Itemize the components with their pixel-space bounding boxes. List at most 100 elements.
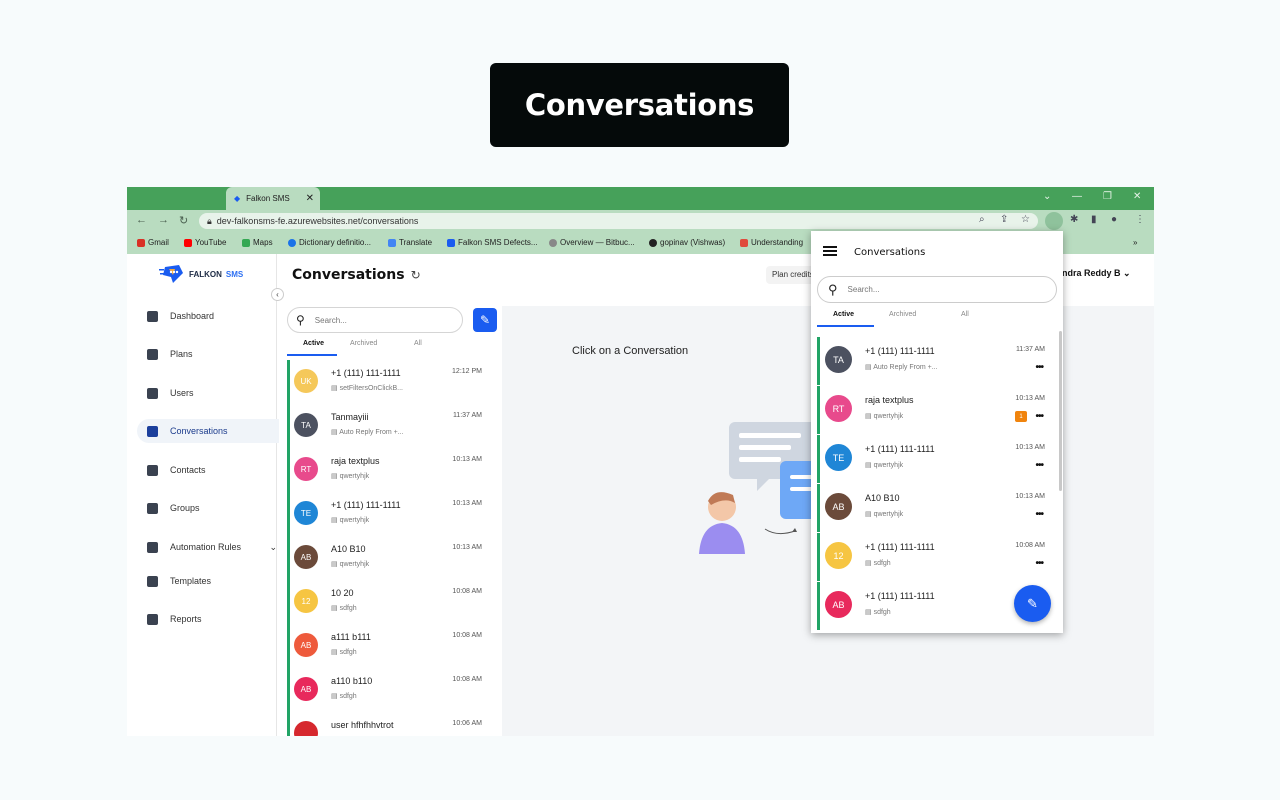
user-menu[interactable]: endra Reddy B ⌄	[1057, 268, 1131, 279]
close-tab-icon[interactable]: ✕	[306, 193, 314, 204]
contacts-icon	[147, 464, 158, 476]
gmail-icon	[137, 238, 145, 247]
bookmark-star-icon[interactable]: ☆	[1021, 214, 1030, 225]
bookmark-translate[interactable]: Translate	[388, 238, 432, 247]
conversation-row[interactable]: TE +1 (111) 111-1111 ▤ qwertyhjk 10:13 AM	[287, 492, 492, 536]
sidebar-item-templates[interactable]: Templates	[137, 569, 279, 593]
sidebar-item-groups[interactable]: Groups	[137, 496, 279, 520]
new-message-fab[interactable]: ✎	[1014, 585, 1051, 622]
message-preview: ▤ qwertyhjk	[865, 413, 904, 420]
more-options-icon[interactable]: •••	[1035, 509, 1043, 520]
search-icon: ⚲	[828, 281, 838, 297]
sidebar-collapse-button[interactable]: ‹	[271, 288, 284, 301]
sidebar-item-contacts[interactable]: Contacts	[137, 458, 279, 482]
minimize-icon[interactable]: —	[1072, 191, 1082, 202]
side-panel-icon[interactable]: ▮	[1091, 214, 1097, 225]
address-bar[interactable]: 🔒︎ dev-falkonsms-fe.azurewebsites.net/co…	[199, 213, 1038, 229]
tab-archived[interactable]: Archived	[350, 340, 377, 347]
conversation-list: UK +1 (111) 111-1111 ▤ setFiltersOnClickB.…	[287, 360, 499, 736]
contact-avatar	[294, 721, 318, 736]
conversation-row[interactable]: user hfhfhhvtrot▤ 10:06 AM	[287, 712, 492, 736]
conversation-row[interactable]: AB a111 b111 ▤ sdfgh 10:08 AM	[287, 624, 492, 668]
message-icon: ▤	[331, 385, 340, 392]
sidebar-item-automation-rules[interactable]: Automation Rules ⌄	[137, 535, 279, 559]
mobile-conversation-row[interactable]: TA +1 (111) 111-1111 ▤ Auto Reply From +..…	[817, 337, 1057, 385]
hero-title-banner: Conversations	[490, 63, 789, 147]
compose-button[interactable]: ✎	[473, 308, 497, 332]
groups-icon	[147, 502, 158, 514]
sidebar-item-users[interactable]: Users	[137, 381, 279, 405]
conversation-list-panel: ⚲ ✎ Active Archived All UK +1 (111) 111-1…	[277, 254, 649, 736]
message-time: 10:13 AM	[452, 500, 482, 507]
browser-tab[interactable]: ◆ Falkon SMS ✕	[226, 187, 320, 210]
contact-avatar: TE	[294, 501, 318, 525]
sidebar-item-plans[interactable]: Plans	[137, 342, 279, 366]
mobile-search-field[interactable]: ⚲	[817, 276, 1057, 303]
restore-icon[interactable]: ❐	[1103, 191, 1112, 202]
contact-name: Tanmayiii	[331, 412, 369, 422]
tab-search-icon[interactable]: ⌄	[1043, 191, 1051, 202]
forward-icon[interactable]: →	[158, 214, 169, 226]
more-options-icon[interactable]: •••	[1035, 362, 1043, 373]
mobile-tab-archived[interactable]: Archived	[889, 311, 916, 318]
mobile-search-input[interactable]	[847, 285, 978, 294]
message-time: 12:12 PM	[452, 368, 482, 375]
browser-menu-icon[interactable]: ⋮	[1135, 214, 1145, 225]
bookmark-understanding[interactable]: Understanding	[740, 238, 803, 247]
bookmark-youtube[interactable]: YouTube	[184, 238, 226, 247]
hamburger-menu-icon[interactable]	[823, 246, 837, 256]
extensions-icon[interactable]: ✱	[1070, 214, 1078, 225]
mobile-tab-active[interactable]: Active	[833, 311, 854, 318]
profile-avatar-icon[interactable]: ●	[1111, 214, 1117, 225]
tab-active[interactable]: Active	[303, 340, 324, 347]
bookmark-falkon-defects[interactable]: Falkon SMS Defects...	[447, 238, 538, 247]
message-preview: ▤ qwertyhjk	[331, 561, 370, 568]
conversation-row[interactable]: 12 10 20 ▤ sdfgh 10:08 AM	[287, 580, 492, 624]
message-time: 11:37 AM	[1015, 346, 1045, 353]
bookmark-gmail[interactable]: Gmail	[137, 238, 169, 247]
falkon-extension-icon[interactable]	[1045, 212, 1063, 230]
bookmark-bitbucket[interactable]: Overview — Bitbuc...	[549, 238, 635, 247]
conversation-row[interactable]: AB A10 B10 ▤ qwertyhjk 10:13 AM	[287, 536, 492, 580]
sidebar-item-conversations[interactable]: Conversations	[137, 419, 279, 443]
tab-all[interactable]: All	[414, 340, 422, 347]
more-options-icon[interactable]: •••	[1035, 460, 1043, 471]
mobile-tab-all[interactable]: All	[961, 311, 969, 318]
bookmark-dictionary[interactable]: Dictionary definitio...	[288, 238, 371, 247]
contact-name: user hfhfhhvtrot	[331, 720, 394, 730]
back-icon[interactable]: ←	[136, 214, 147, 226]
conversation-row[interactable]: UK +1 (111) 111-1111 ▤ setFiltersOnClickB.…	[287, 360, 492, 404]
message-time: 10:06 AM	[452, 720, 482, 727]
more-options-icon[interactable]: •••	[1035, 558, 1043, 569]
empty-state-message: Click on a Conversation	[572, 345, 689, 357]
share-icon[interactable]: ⇪	[1000, 214, 1008, 225]
bookmark-maps[interactable]: Maps	[242, 238, 273, 247]
mobile-conversation-row[interactable]: TE +1 (111) 111-1111 ▤ qwertyhjk 10:13 AM ••…	[817, 435, 1057, 483]
conversation-row[interactable]: RT raja textplus ▤ qwertyhjk 10:13 AM	[287, 448, 492, 492]
zoom-icon[interactable]: ⌕	[979, 214, 985, 225]
contact-name: raja textplus	[865, 395, 914, 405]
window-close-icon[interactable]: ✕	[1133, 191, 1141, 202]
bookmarks-overflow[interactable]: »	[1133, 238, 1137, 247]
bookmark-github[interactable]: gopinav (Vishwas)	[649, 238, 725, 247]
mobile-conversation-row[interactable]: 12 +1 (111) 111-1111 ▤ sdfgh 10:08 AM •••	[817, 533, 1057, 581]
message-time: 10:08 AM	[1015, 542, 1045, 549]
search-input[interactable]	[314, 315, 445, 325]
message-preview: ▤ Auto Reply From +...	[331, 429, 404, 436]
conversation-row[interactable]: TA Tanmayiii ▤ Auto Reply From +... 11:37 A…	[287, 404, 492, 448]
more-options-icon[interactable]: •••	[1035, 411, 1043, 422]
search-field[interactable]: ⚲	[287, 307, 463, 333]
reload-icon[interactable]: ↻	[179, 214, 188, 227]
message-icon: ▤	[331, 429, 340, 436]
conversation-row[interactable]: AB a110 b110 ▤ sdfgh 10:08 AM	[287, 668, 492, 712]
contact-avatar: AB	[825, 591, 852, 618]
sidebar-item-dashboard[interactable]: Dashboard	[137, 304, 279, 328]
github-icon	[649, 238, 657, 247]
mobile-conversation-row[interactable]: AB A10 B10 ▤ qwertyhjk 10:13 AM •••	[817, 484, 1057, 532]
sidebar-item-reports[interactable]: Reports	[137, 607, 279, 631]
mobile-conversation-row[interactable]: RT raja textplus ▤ qwertyhjk 10:13 AM 1 •••	[817, 386, 1057, 434]
mobile-title: Conversations	[854, 247, 926, 258]
translate-icon	[388, 238, 396, 247]
contact-avatar: AB	[294, 545, 318, 569]
mobile-scrollbar[interactable]	[1059, 331, 1062, 491]
